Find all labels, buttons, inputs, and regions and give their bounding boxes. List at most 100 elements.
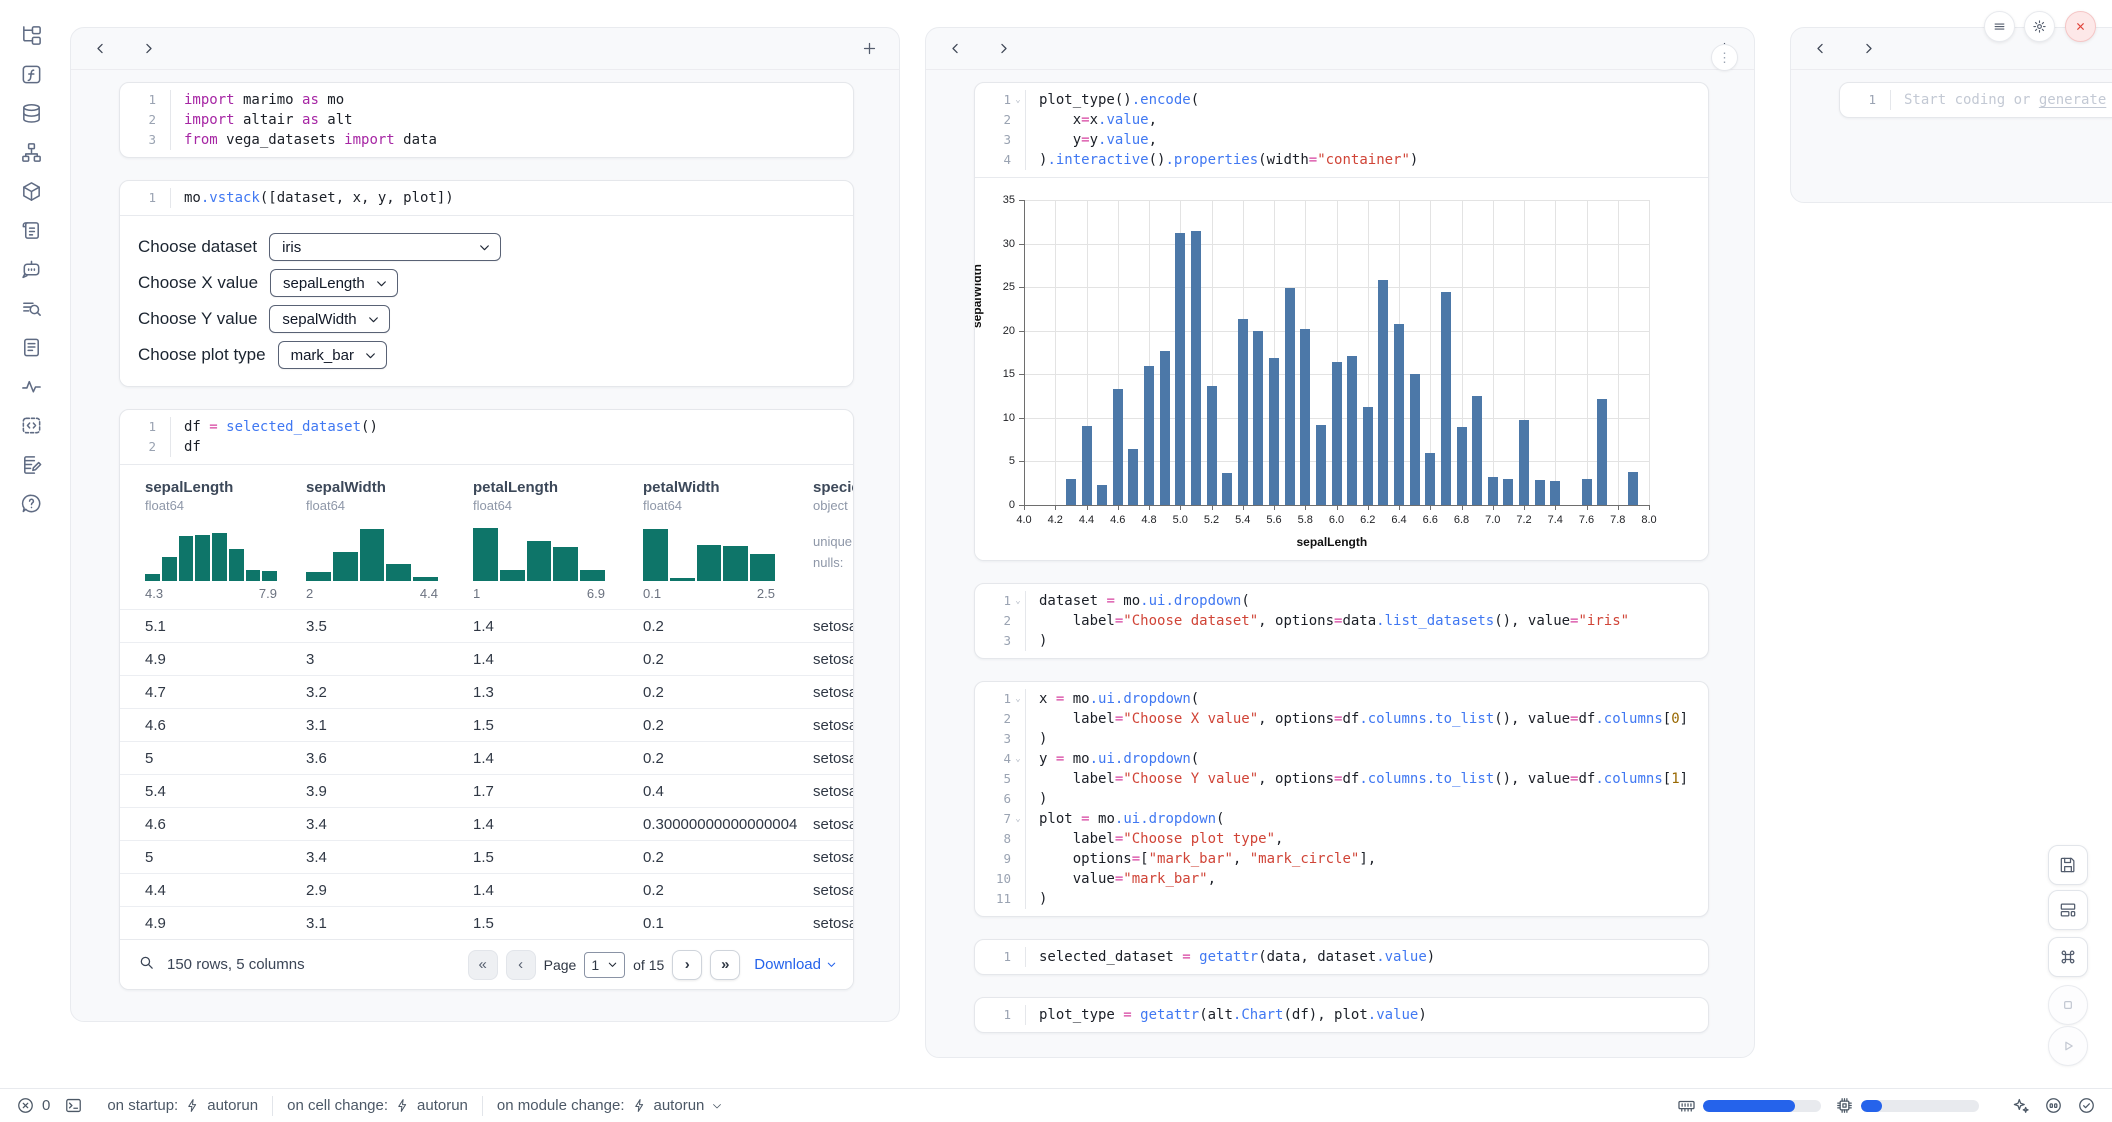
table-row[interactable]: 53.41.50.2setosa [120,840,853,873]
help-icon[interactable] [18,490,44,516]
chart-bar[interactable] [1582,479,1592,505]
terminal-button[interactable] [64,1096,83,1115]
code-line[interactable]: 1df = selected_dataset() [120,417,853,437]
search-icon[interactable] [138,954,155,976]
code-cell-imports[interactable]: 1import marimo as mo2import altair as al… [119,82,854,158]
chart-bar[interactable] [1097,485,1107,505]
chart-bar[interactable] [1332,362,1342,505]
table-row[interactable]: 5.13.51.40.2setosa [120,609,853,642]
code-line[interactable]: 6) [975,789,1708,809]
tracing-icon[interactable] [18,373,44,399]
table-column-header[interactable]: petalLengthfloat6416.9 [473,479,643,601]
on-cell-change-toggle[interactable]: on cell change: autorun [287,1097,468,1114]
code-line[interactable]: 4).interactive().properties(width="conta… [975,150,1708,170]
code-line[interactable]: 3from vega_datasets import data [120,130,853,150]
chart-bar[interactable] [1128,449,1138,505]
code-line[interactable]: 1plot_type = getattr(alt.Chart(df), plot… [975,1005,1708,1025]
on-module-change-toggle[interactable]: on module change: autorun [497,1097,723,1114]
code-line[interactable]: 10 value="mark_bar", [975,869,1708,889]
code-cell-vstack[interactable]: 1mo.vstack([dataset, x, y, plot]) Choose… [119,180,854,387]
dependency-graph-icon[interactable] [18,139,44,165]
close-button[interactable] [2065,11,2096,42]
code-line[interactable]: 8 label="Choose plot type", [975,829,1708,849]
table-column-header[interactable]: sepalWidthfloat6424.4 [306,479,473,601]
code-line[interactable]: 3) [975,631,1708,651]
code-line[interactable]: 9 options=["mark_bar", "mark_circle"], [975,849,1708,869]
code-line[interactable]: 11) [975,889,1708,909]
chart-bar[interactable] [1519,420,1529,505]
chart-bar[interactable] [1300,329,1310,505]
datasources-icon[interactable] [18,100,44,126]
chart-bar[interactable] [1160,351,1170,505]
table-row[interactable]: 53.61.40.2setosa [120,741,853,774]
code-line[interactable]: 1selected_dataset = getattr(data, datase… [975,947,1708,967]
code-line[interactable]: 7⌄plot = mo.ui.dropdown( [975,809,1708,829]
add-cell-icon[interactable] [857,37,881,61]
chart-bar[interactable] [1238,319,1248,505]
chart-bar[interactable] [1628,472,1638,505]
code-line[interactable]: 1⌄x = mo.ui.dropdown( [975,689,1708,709]
first-page-button[interactable]: « [468,950,498,980]
code-line[interactable]: 1mo.vstack([dataset, x, y, plot]) [120,188,853,208]
choose-x-value-select[interactable]: sepalLength [270,269,398,297]
code-line[interactable]: 5 label="Choose Y value", options=df.col… [975,769,1708,789]
chart-bar[interactable] [1410,374,1420,505]
table-row[interactable]: 4.42.91.40.2setosa [120,873,853,906]
save-button[interactable] [2048,845,2088,885]
chart-bar[interactable] [1488,477,1498,505]
page-select[interactable]: 1 [584,952,625,978]
table-column-header[interactable]: petalWidthfloat640.12.5 [643,479,813,601]
logs-icon[interactable] [18,295,44,321]
code-cell-plot-type[interactable]: 1plot_type = getattr(alt.Chart(df), plot… [974,997,1709,1033]
connection-status-button[interactable] [2077,1096,2096,1115]
chart-bar[interactable] [1441,292,1451,505]
table-row[interactable]: 4.93.11.50.1setosa [120,906,853,939]
chart-bar[interactable] [1207,386,1217,505]
command-palette-button[interactable] [2048,937,2088,977]
errors-indicator[interactable]: 0 [16,1096,50,1115]
layout-button[interactable] [2048,890,2088,930]
chart-bar[interactable] [1082,426,1092,505]
code-line[interactable]: 2 label="Choose X value", options=df.col… [975,709,1708,729]
ai-assistant-button[interactable] [2011,1096,2030,1115]
chat-icon[interactable] [18,256,44,282]
chart-bar[interactable] [1597,399,1607,505]
code-line[interactable]: 4⌄y = mo.ui.dropdown( [975,749,1708,769]
altair-chart[interactable]: 4.04.24.44.64.85.05.25.45.65.86.06.26.46… [975,178,1708,560]
chart-bar[interactable] [1175,233,1185,505]
chart-bar[interactable] [1363,407,1373,505]
code-line[interactable]: 1import marimo as mo [120,90,853,110]
code-line[interactable]: 3) [975,729,1708,749]
settings-button[interactable] [2024,11,2055,42]
chart-bar[interactable] [1222,473,1232,505]
table-row[interactable]: 4.63.11.50.2setosa [120,708,853,741]
choose-plot-type-select[interactable]: mark_bar [278,341,387,369]
code-export-icon[interactable] [18,412,44,438]
next-page-button[interactable]: › [672,950,702,980]
chart-bar[interactable] [1285,288,1295,505]
download-button[interactable]: Download [754,956,837,973]
chart-bar[interactable] [1472,396,1482,505]
file-explorer-icon[interactable] [18,22,44,48]
code-cell-selected-dataset[interactable]: 1selected_dataset = getattr(data, datase… [974,939,1709,975]
prev-page-button[interactable]: ‹ [506,950,536,980]
chart-bar[interactable] [1347,356,1357,505]
chart-bar[interactable] [1253,331,1263,505]
code-cell-dataset-dropdown[interactable]: 1⌄dataset = mo.ui.dropdown(2 label="Choo… [974,583,1709,659]
snippets-icon[interactable] [18,334,44,360]
chart-bar[interactable] [1316,425,1326,505]
table-column-header[interactable]: speciesobjectuniquenulls: [813,479,854,601]
code-line[interactable]: 2 x=x.value, [975,110,1708,130]
chart-bar[interactable] [1394,324,1404,505]
generate-link[interactable]: generate [2039,92,2106,108]
menu-button[interactable] [1984,11,2015,42]
column-left-icon[interactable] [944,38,966,60]
chart-bar[interactable] [1066,479,1076,505]
column-right-icon[interactable] [1857,38,1879,60]
stop-button[interactable] [2048,985,2088,1025]
table-row[interactable]: 5.43.91.70.4setosa [120,774,853,807]
code-placeholder[interactable]: Start coding or generate with AI [1890,90,2112,110]
chart-bar[interactable] [1378,280,1388,505]
chart-bar[interactable] [1144,366,1154,505]
fold-chevron-icon[interactable]: ⌄ [1011,809,1025,829]
